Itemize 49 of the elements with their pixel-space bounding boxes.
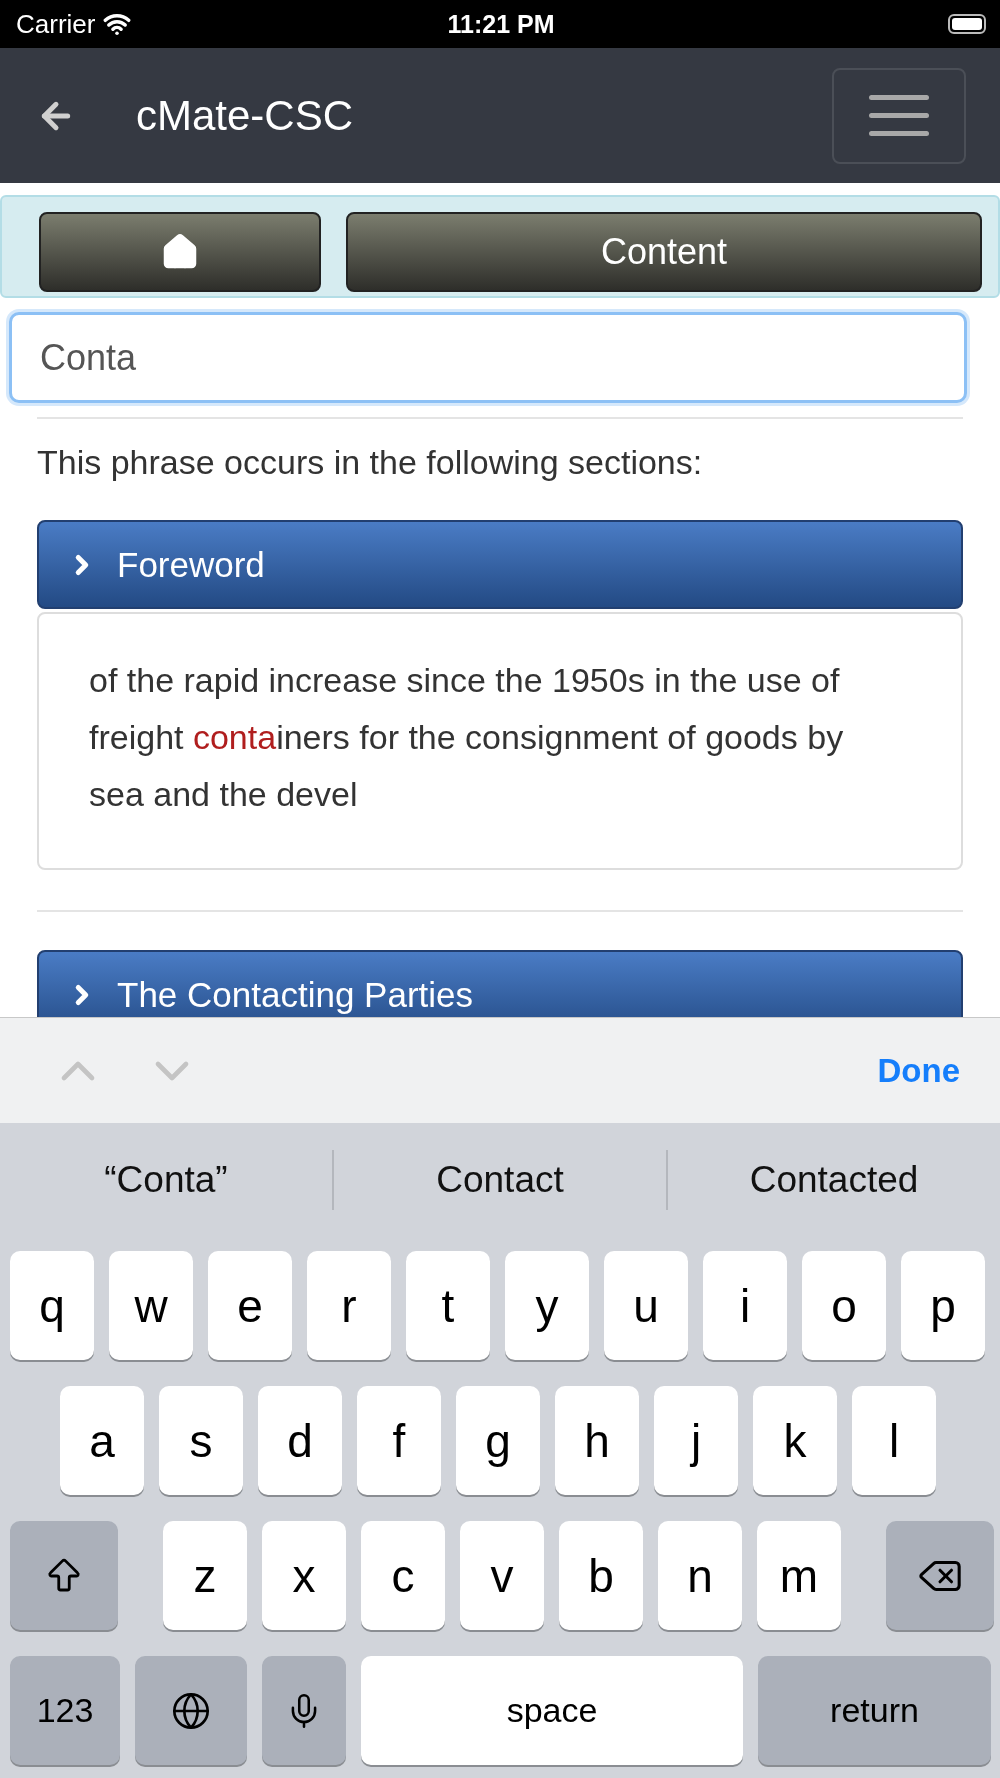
- key[interactable]: k: [753, 1386, 837, 1495]
- section-header[interactable]: The Contacting Parties: [37, 950, 963, 1017]
- key[interactable]: c: [361, 1521, 445, 1630]
- suggestion[interactable]: “Conta”: [0, 1150, 332, 1210]
- globe-key[interactable]: [135, 1656, 247, 1765]
- key[interactable]: x: [262, 1521, 346, 1630]
- key[interactable]: f: [357, 1386, 441, 1495]
- key[interactable]: o: [802, 1251, 886, 1360]
- search-field[interactable]: Conta: [9, 312, 967, 403]
- section-header[interactable]: Foreword: [37, 520, 963, 609]
- key[interactable]: i: [703, 1251, 787, 1360]
- key[interactable]: p: [901, 1251, 985, 1360]
- key[interactable]: u: [604, 1251, 688, 1360]
- key[interactable]: v: [460, 1521, 544, 1630]
- key[interactable]: j: [654, 1386, 738, 1495]
- key[interactable]: s: [159, 1386, 243, 1495]
- key[interactable]: q: [10, 1251, 94, 1360]
- return-key[interactable]: return: [758, 1656, 991, 1765]
- shift-key[interactable]: [10, 1521, 118, 1630]
- key[interactable]: t: [406, 1251, 490, 1360]
- key[interactable]: n: [658, 1521, 742, 1630]
- key[interactable]: b: [559, 1521, 643, 1630]
- key[interactable]: d: [258, 1386, 342, 1495]
- key[interactable]: h: [555, 1386, 639, 1495]
- key[interactable]: g: [456, 1386, 540, 1495]
- backspace-key[interactable]: [886, 1521, 994, 1630]
- key[interactable]: l: [852, 1386, 936, 1495]
- home-button[interactable]: [39, 212, 322, 292]
- menu-button[interactable]: [832, 67, 966, 164]
- key[interactable]: y: [505, 1251, 589, 1360]
- globe-icon: [171, 1690, 211, 1731]
- key[interactable]: z: [163, 1521, 247, 1630]
- app-title: cMate-CSC: [136, 91, 355, 140]
- results-intro: This phrase occurs in the following sections:: [37, 443, 704, 482]
- space-key[interactable]: space: [361, 1656, 743, 1765]
- key[interactable]: r: [307, 1251, 391, 1360]
- clock: 11:21 PM: [447, 9, 555, 39]
- suggestion[interactable]: Contacted: [666, 1150, 1000, 1210]
- microphone-key[interactable]: [262, 1656, 346, 1765]
- content-button[interactable]: Content: [346, 212, 982, 292]
- key[interactable]: w: [109, 1251, 193, 1360]
- suggestion[interactable]: Contact: [332, 1150, 666, 1210]
- key[interactable]: m: [757, 1521, 841, 1630]
- key[interactable]: e: [208, 1251, 292, 1360]
- snippet-text: of the rapid increase since the 1950s in the use of freight containers for the consignment of goods by sea and the devel: [89, 660, 845, 815]
- numbers-key[interactable]: 123: [10, 1656, 120, 1765]
- battery-icon: [948, 14, 986, 34]
- key[interactable]: a: [60, 1386, 144, 1495]
- carrier-label: Carrier: [16, 8, 96, 40]
